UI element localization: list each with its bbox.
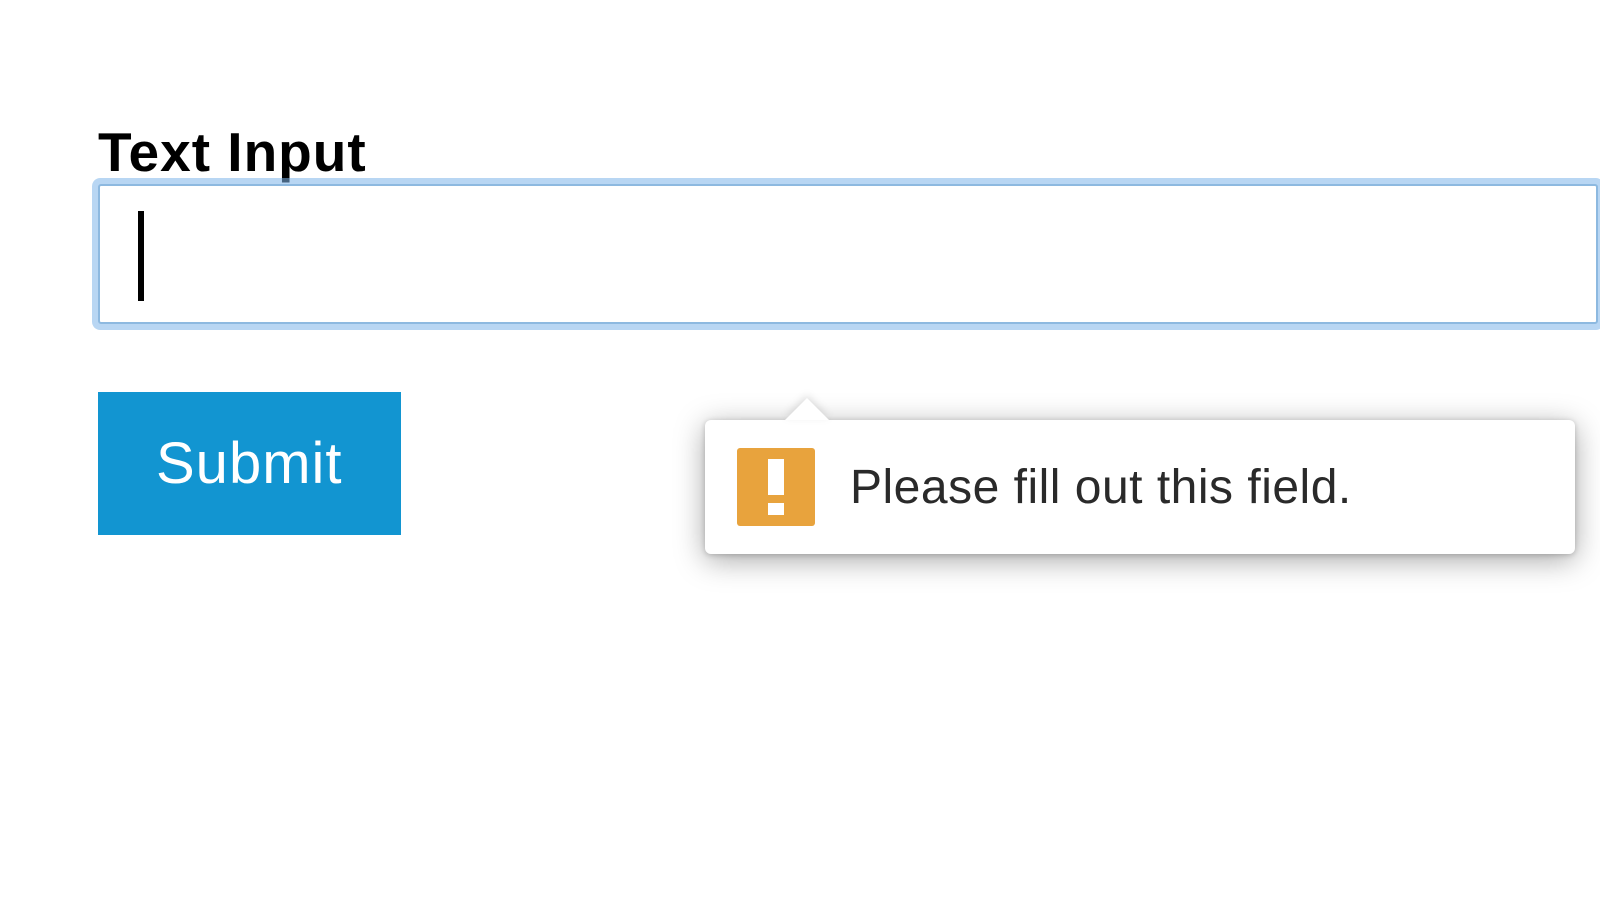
input-wrapper <box>98 184 1598 324</box>
validation-message: Please fill out this field. <box>850 460 1352 515</box>
validation-tooltip: Please fill out this field. <box>705 420 1575 554</box>
text-input-label: Text Input <box>98 121 367 183</box>
text-cursor <box>138 211 144 301</box>
text-input[interactable] <box>98 184 1598 324</box>
submit-button[interactable]: Submit <box>98 392 401 535</box>
warning-icon <box>737 448 815 526</box>
